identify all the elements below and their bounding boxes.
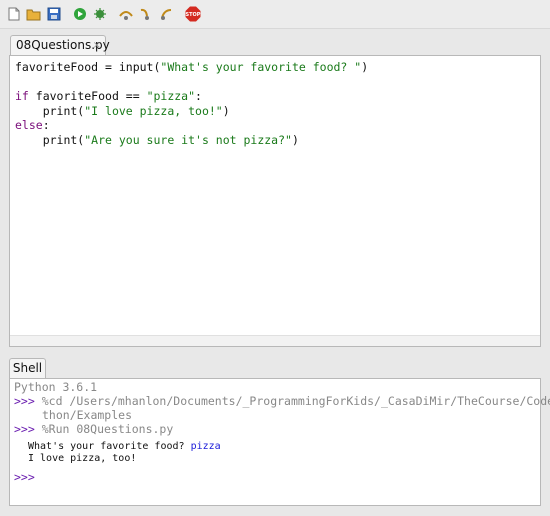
stop-icon[interactable]: STOP xyxy=(184,6,202,22)
program-output-answer: I love pizza, too! xyxy=(28,453,137,464)
shell-prompt: >>> xyxy=(14,470,35,484)
code-text[interactable]: favoriteFood = input("What's your favori… xyxy=(15,60,368,148)
tab-shell[interactable]: Shell xyxy=(9,358,46,378)
shell-prompt: >>> xyxy=(14,422,35,436)
step-over-icon[interactable] xyxy=(118,6,134,22)
shell-prompt: >>> xyxy=(14,394,35,408)
stop-label: STOP xyxy=(186,12,201,18)
toolbar: STOP xyxy=(0,0,550,29)
python-version: Python 3.6.1 xyxy=(14,380,98,394)
step-into-icon[interactable] xyxy=(138,6,154,22)
code-line-1: favoriteFood = input("What's your favori… xyxy=(15,60,369,74)
shell-tab-label: Shell xyxy=(12,361,43,375)
shell-input-line[interactable]: >>> xyxy=(14,470,35,484)
code-editor[interactable]: favoriteFood = input("What's your favori… xyxy=(9,55,541,347)
debug-icon[interactable] xyxy=(92,6,108,22)
user-input-text: pizza xyxy=(190,441,221,452)
open-file-icon[interactable] xyxy=(26,6,42,22)
save-icon[interactable] xyxy=(46,6,62,22)
code-line-3: if favoriteFood == "pizza": xyxy=(15,89,202,104)
shell-line-cd-cont: thon/Examples xyxy=(42,408,133,422)
close-tab-icon[interactable]: × xyxy=(93,36,101,55)
code-line-6: print("Are you sure it's not pizza?") xyxy=(15,132,299,147)
editor-horizontal-scrollbar[interactable] xyxy=(10,335,540,346)
step-out-icon[interactable] xyxy=(158,6,174,22)
code-line-4: print("I love pizza, too!") xyxy=(15,103,230,118)
new-file-icon[interactable] xyxy=(6,6,22,22)
run-icon[interactable] xyxy=(72,6,88,22)
code-line-5: else: xyxy=(15,118,50,133)
shell-line-run: >>> %Run 08Questions.py xyxy=(14,422,174,436)
shell-console[interactable]: Python 3.6.1 >>> %cd /Users/mhanlon/Docu… xyxy=(9,378,550,506)
shell-line-cd: >>> %cd /Users/mhanlon/Documents/_Progra… xyxy=(14,394,550,408)
editor-tab-08questions[interactable]: 08Questions.py × xyxy=(10,35,110,55)
